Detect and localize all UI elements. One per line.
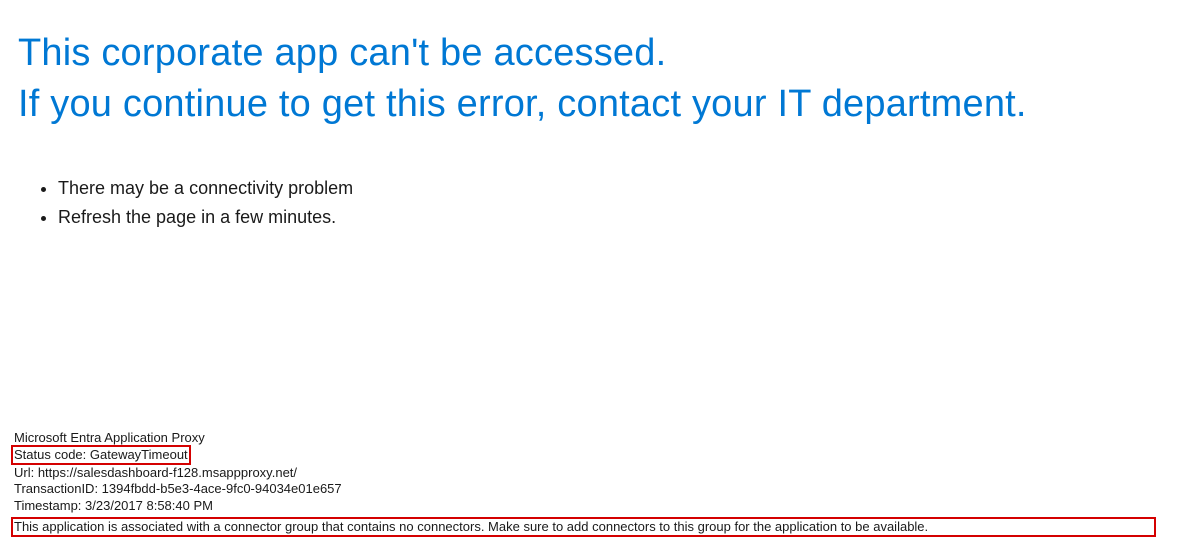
- heading-line-1: This corporate app can't be accessed.: [18, 28, 1182, 79]
- timestamp-line: Timestamp: 3/23/2017 8:58:40 PM: [14, 498, 1186, 514]
- error-details: Microsoft Entra Application Proxy Status…: [14, 430, 1186, 538]
- transaction-id-line: TransactionID: 1394fbdd-b5e3-4ace-9fc0-9…: [14, 481, 1186, 497]
- error-message-highlight: This application is associated with a co…: [11, 517, 1156, 537]
- status-code-highlight: Status code: GatewayTimeout: [11, 445, 191, 465]
- suggestion-item: Refresh the page in a few minutes.: [58, 204, 1200, 232]
- error-heading: This corporate app can't be accessed. If…: [0, 0, 1200, 131]
- heading-line-2: If you continue to get this error, conta…: [18, 79, 1182, 130]
- suggestion-list: There may be a connectivity problem Refr…: [0, 131, 1200, 233]
- suggestion-item: There may be a connectivity problem: [58, 175, 1200, 203]
- service-name: Microsoft Entra Application Proxy: [14, 430, 1186, 446]
- url-line: Url: https://salesdashboard-f128.msapppr…: [14, 465, 1186, 481]
